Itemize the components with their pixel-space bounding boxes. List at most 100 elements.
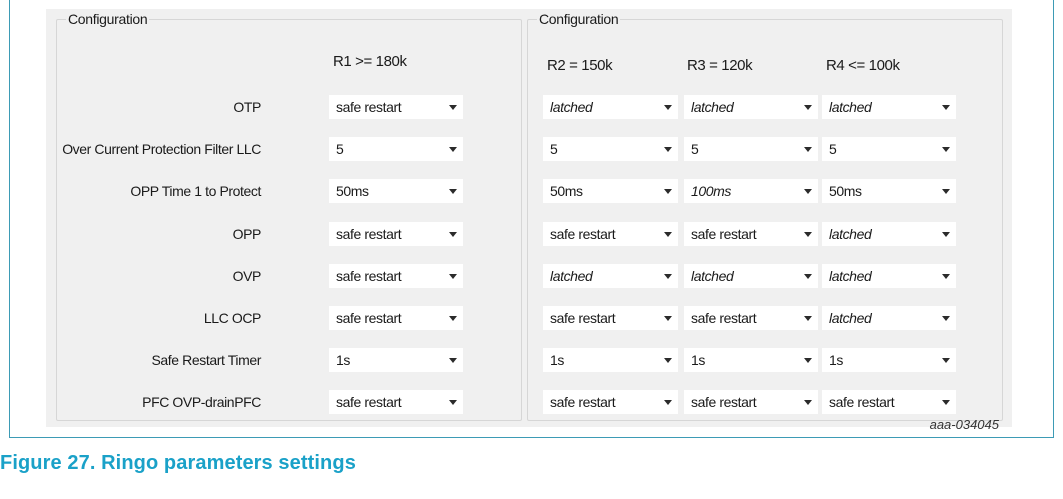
chevron-down-icon[interactable] [798, 264, 818, 288]
dropdown-value: 50ms [550, 183, 583, 199]
dropdown-value: 5 [691, 141, 699, 157]
dropdown-r3[interactable]: latched [684, 95, 818, 119]
dropdown-r4[interactable]: 5 [822, 137, 956, 161]
chevron-down-icon[interactable] [443, 264, 463, 288]
dropdown-r3[interactable]: latched [684, 264, 818, 288]
figure-id: aaa-034045 [929, 417, 999, 432]
dropdown-value: 5 [336, 141, 344, 157]
dropdown-r1[interactable]: safe restart [329, 264, 463, 288]
chevron-down-icon[interactable] [798, 179, 818, 203]
dropdown-r1[interactable]: 50ms [329, 179, 463, 203]
dropdown-value: safe restart [336, 394, 402, 410]
dropdown-r2[interactable]: safe restart [543, 306, 678, 330]
chevron-down-icon[interactable] [443, 306, 463, 330]
dropdown-r4[interactable]: 1s [822, 348, 956, 372]
chevron-down-icon[interactable] [658, 348, 678, 372]
dropdown-value: 5 [550, 141, 558, 157]
row-label: Over Current Protection Filter LLC [62, 141, 261, 157]
chevron-down-icon[interactable] [936, 264, 956, 288]
chevron-down-icon[interactable] [658, 179, 678, 203]
dropdown-r2[interactable]: latched [543, 264, 678, 288]
column-header-r1: R1 >= 180k [333, 53, 407, 70]
dropdown-r3[interactable]: safe restart [684, 222, 818, 246]
dropdown-value: latched [829, 226, 872, 242]
dropdown-value: safe restart [550, 310, 616, 326]
dropdown-value: safe restart [336, 310, 402, 326]
dropdown-value: 1s [829, 352, 843, 368]
chevron-down-icon[interactable] [443, 348, 463, 372]
dropdown-r3[interactable]: 1s [684, 348, 818, 372]
chevron-down-icon[interactable] [798, 390, 818, 414]
dropdown-r1[interactable]: 1s [329, 348, 463, 372]
dropdown-value: 5 [829, 141, 837, 157]
chevron-down-icon[interactable] [658, 390, 678, 414]
dropdown-r2[interactable]: 50ms [543, 179, 678, 203]
dropdown-value: safe restart [336, 268, 402, 284]
dropdown-r2[interactable]: 5 [543, 137, 678, 161]
chevron-down-icon[interactable] [443, 390, 463, 414]
dropdown-value: safe restart [691, 310, 757, 326]
row-label: OPP Time 1 to Protect [130, 183, 261, 199]
dropdown-value: safe restart [829, 394, 895, 410]
dropdown-value: latched [550, 268, 593, 284]
dropdown-r1[interactable]: safe restart [329, 95, 463, 119]
row-label: LLC OCP [203, 310, 262, 326]
chevron-down-icon[interactable] [936, 348, 956, 372]
chevron-down-icon[interactable] [798, 95, 818, 119]
dropdown-r4[interactable]: 50ms [822, 179, 956, 203]
dropdown-r4[interactable]: latched [822, 264, 956, 288]
row-label: OPP [232, 226, 262, 242]
dropdown-r4[interactable]: latched [822, 306, 956, 330]
dropdown-value: safe restart [691, 394, 757, 410]
chevron-down-icon[interactable] [443, 137, 463, 161]
row-label: Safe Restart Timer [151, 352, 261, 368]
dropdown-r1[interactable]: safe restart [329, 306, 463, 330]
dropdown-r4[interactable]: safe restart [822, 390, 956, 414]
dropdown-r3[interactable]: safe restart [684, 390, 818, 414]
dropdown-r3[interactable]: safe restart [684, 306, 818, 330]
dropdown-r2[interactable]: latched [543, 95, 678, 119]
dropdown-r4[interactable]: latched [822, 222, 956, 246]
dropdown-value: 100ms [691, 183, 732, 199]
group-title: Configuration [66, 10, 150, 28]
dropdown-r1[interactable]: safe restart [329, 390, 463, 414]
chevron-down-icon[interactable] [936, 390, 956, 414]
chevron-down-icon[interactable] [658, 222, 678, 246]
dropdown-value: 1s [550, 352, 564, 368]
dropdown-value: safe restart [550, 394, 616, 410]
dropdown-r3[interactable]: 100ms [684, 179, 818, 203]
dropdown-value: latched [691, 268, 734, 284]
chevron-down-icon[interactable] [936, 95, 956, 119]
figure-caption: Figure 27. Ringo parameters settings [0, 452, 356, 474]
dropdown-r2[interactable]: safe restart [543, 222, 678, 246]
row-label: OTP [233, 99, 261, 115]
chevron-down-icon[interactable] [658, 264, 678, 288]
chevron-down-icon[interactable] [658, 95, 678, 119]
dropdown-value: latched [550, 99, 593, 115]
chevron-down-icon[interactable] [798, 306, 818, 330]
chevron-down-icon[interactable] [936, 137, 956, 161]
dropdown-r3[interactable]: 5 [684, 137, 818, 161]
chevron-down-icon[interactable] [936, 179, 956, 203]
chevron-down-icon[interactable] [443, 95, 463, 119]
chevron-down-icon[interactable] [798, 222, 818, 246]
chevron-down-icon[interactable] [936, 222, 956, 246]
dropdown-r2[interactable]: 1s [543, 348, 678, 372]
dropdown-r4[interactable]: latched [822, 95, 956, 119]
group-title: Configuration [537, 10, 621, 28]
dropdown-value: 1s [336, 352, 350, 368]
chevron-down-icon[interactable] [658, 306, 678, 330]
chevron-down-icon[interactable] [798, 348, 818, 372]
dropdown-r1[interactable]: 5 [329, 137, 463, 161]
dropdown-r1[interactable]: safe restart [329, 222, 463, 246]
chevron-down-icon[interactable] [658, 137, 678, 161]
dropdown-value: 50ms [336, 183, 369, 199]
column-header-r3: R3 = 120k [687, 57, 753, 74]
row-label: PFC OVP-drainPFC [142, 394, 261, 410]
chevron-down-icon[interactable] [936, 306, 956, 330]
dropdown-value: latched [829, 268, 872, 284]
chevron-down-icon[interactable] [443, 179, 463, 203]
chevron-down-icon[interactable] [443, 222, 463, 246]
chevron-down-icon[interactable] [798, 137, 818, 161]
dropdown-r2[interactable]: safe restart [543, 390, 678, 414]
